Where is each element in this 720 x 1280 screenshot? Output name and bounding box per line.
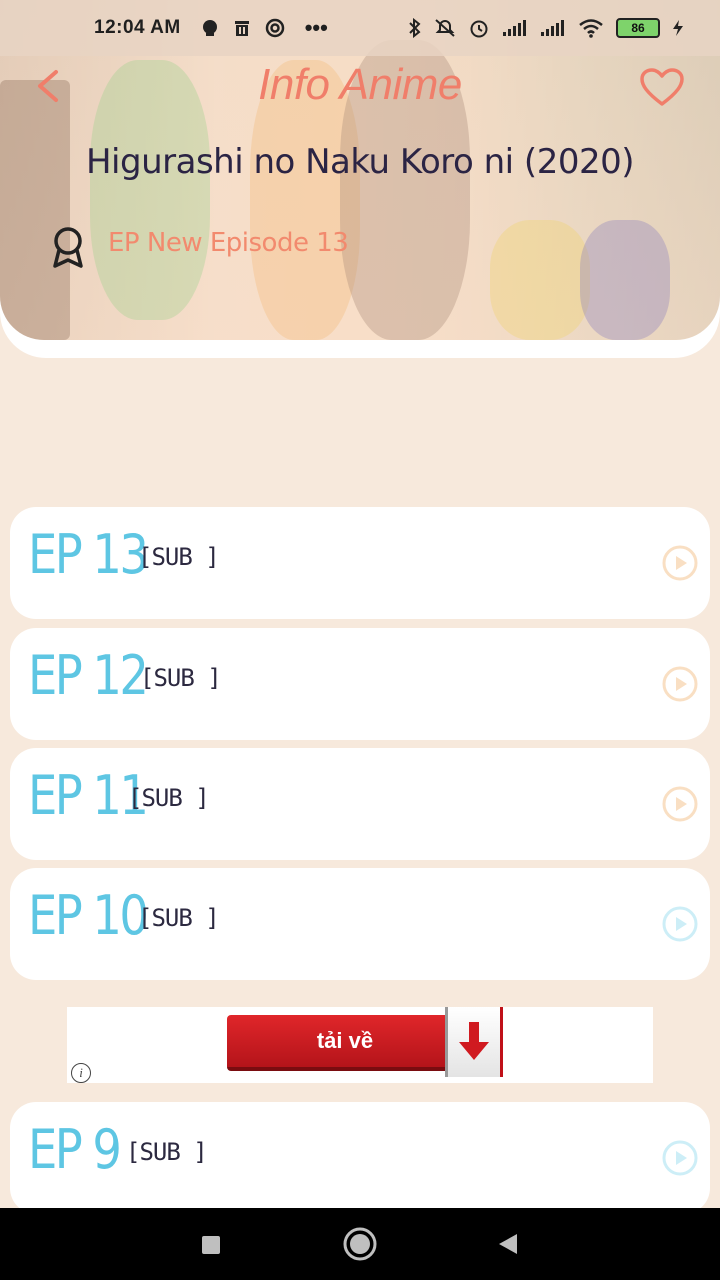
play-icon[interactable]: [662, 545, 698, 581]
episode-number: EP 12: [28, 644, 149, 707]
ad-arrow-box: [445, 1007, 503, 1077]
play-icon[interactable]: [662, 1140, 698, 1176]
episode-number: EP 10: [28, 884, 149, 947]
system-navigation-bar: [0, 1208, 720, 1280]
status-time: 12:04 AM: [94, 17, 181, 38]
episode-card-9[interactable]: EP 9 [SUB ]: [10, 1102, 710, 1214]
episode-sub-tag: [SUB ]: [126, 1138, 208, 1166]
episode-card-12[interactable]: EP 12 [SUB ]: [10, 628, 710, 740]
ad-banner[interactable]: tải về i: [67, 1007, 653, 1083]
ad-download-label: tải về: [316, 1028, 374, 1053]
chat-icon: [202, 20, 217, 36]
episode-sub-tag: [SUB ]: [138, 904, 220, 932]
page-title: Info Anime: [258, 60, 462, 109]
trash-icon: [234, 21, 249, 36]
charging-icon: [673, 20, 683, 36]
episode-number: EP 13: [28, 523, 149, 586]
play-icon[interactable]: [662, 906, 698, 942]
anime-title: Higurashi no Naku Koro ni (2020): [85, 142, 635, 182]
mute-icon: [435, 19, 455, 37]
home-icon[interactable]: [342, 1226, 378, 1262]
status-bar: 12:04 AM ••• 86: [0, 0, 720, 56]
episode-sub-tag: [SUB ]: [128, 784, 210, 812]
alarm-icon: [470, 20, 488, 38]
signal-icon: [503, 20, 526, 36]
episode-number: EP 9: [28, 1118, 122, 1181]
battery-level: 86: [616, 18, 660, 38]
bluetooth-icon: [409, 18, 421, 38]
episode-sub-tag: [SUB ]: [140, 664, 222, 692]
wifi-icon: [579, 19, 603, 38]
signal-icon-2: [541, 20, 564, 36]
sync-icon: [265, 18, 284, 38]
episode-card-10[interactable]: EP 10 [SUB ]: [10, 868, 710, 980]
recent-apps-icon[interactable]: [200, 1234, 222, 1256]
award-ribbon-icon: [53, 227, 83, 268]
play-icon[interactable]: [662, 666, 698, 702]
download-arrow-icon: [459, 1022, 489, 1060]
ad-info-icon[interactable]: i: [71, 1063, 91, 1083]
episode-card-11[interactable]: EP 11 [SUB ]: [10, 748, 710, 860]
back-triangle-icon[interactable]: [496, 1232, 520, 1256]
episode-card-13[interactable]: EP 13 [SUB ]: [10, 507, 710, 619]
episode-sub-tag: [SUB ]: [138, 543, 220, 571]
favorite-heart-icon[interactable]: [640, 68, 684, 108]
more-notifications: •••: [304, 15, 328, 40]
play-icon[interactable]: [662, 786, 698, 822]
new-episode-label: EP New Episode 13: [108, 228, 349, 258]
